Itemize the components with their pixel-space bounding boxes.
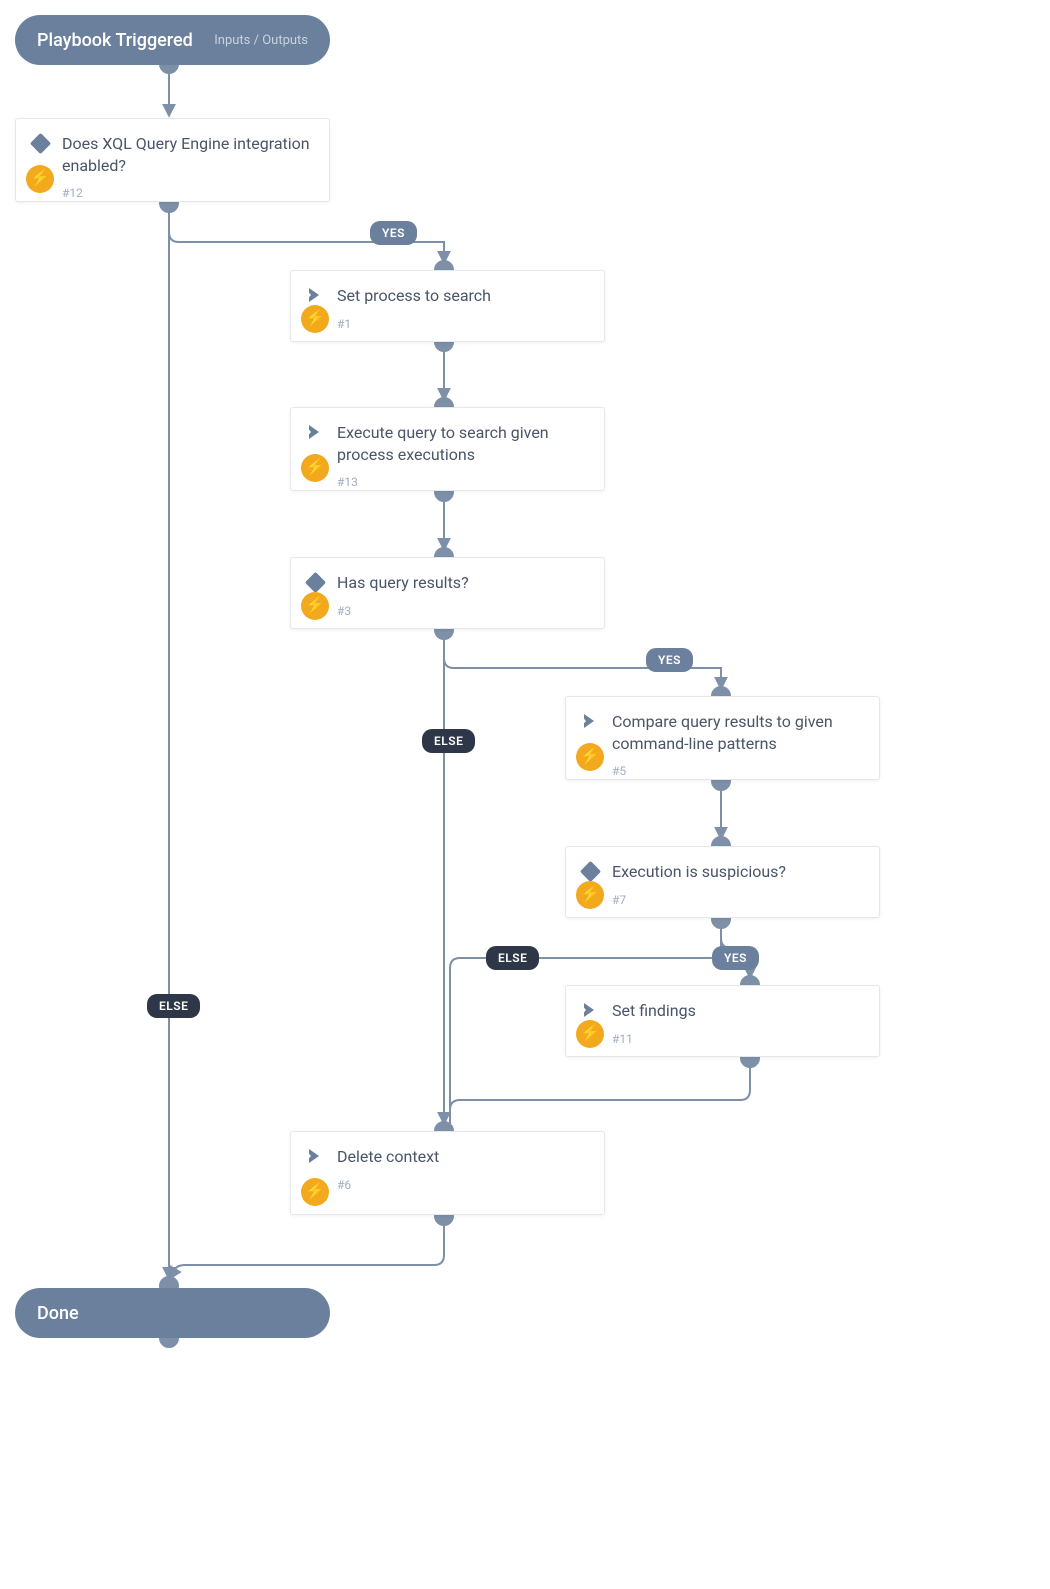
chevron-icon bbox=[305, 285, 327, 307]
flow-connectors bbox=[0, 0, 1050, 1589]
end-node-title: Done bbox=[37, 1303, 79, 1324]
node-task-compare-results[interactable]: ⚡ Compare query results to given command… bbox=[565, 696, 880, 780]
lightning-icon: ⚡ bbox=[301, 1178, 329, 1206]
chevron-icon bbox=[305, 422, 327, 444]
node-title: Execution is suspicious? bbox=[612, 861, 863, 883]
branch-label-else: ELSE bbox=[422, 729, 475, 753]
node-title: Execute query to search given process ex… bbox=[337, 422, 588, 465]
node-task-id: #3 bbox=[337, 604, 588, 618]
start-node-title: Playbook Triggered bbox=[37, 30, 193, 51]
lightning-icon: ⚡ bbox=[301, 454, 329, 482]
node-task-id: #7 bbox=[612, 893, 863, 907]
lightning-icon: ⚡ bbox=[576, 881, 604, 909]
chevron-icon bbox=[305, 1146, 327, 1168]
node-task-execute-query[interactable]: ⚡ Execute query to search given process … bbox=[290, 407, 605, 491]
lightning-icon: ⚡ bbox=[26, 165, 54, 193]
lightning-icon: ⚡ bbox=[301, 305, 329, 333]
node-task-id: #5 bbox=[612, 764, 863, 778]
node-title: Set findings bbox=[612, 1000, 863, 1022]
node-condition-has-results[interactable]: ⚡ Has query results? #3 bbox=[290, 557, 605, 629]
node-title: Set process to search bbox=[337, 285, 588, 307]
node-title: Does XQL Query Engine integration enable… bbox=[62, 133, 313, 176]
branch-label-yes: YES bbox=[646, 648, 693, 672]
branch-label-yes: YES bbox=[370, 221, 417, 245]
chevron-icon bbox=[580, 711, 602, 733]
node-title: Compare query results to given command-l… bbox=[612, 711, 863, 754]
inputs-outputs-link[interactable]: Inputs / Outputs bbox=[214, 33, 308, 48]
node-task-id: #11 bbox=[612, 1032, 863, 1046]
chevron-icon bbox=[580, 1000, 602, 1022]
node-task-set-findings[interactable]: ⚡ Set findings #11 bbox=[565, 985, 880, 1057]
node-task-id: #12 bbox=[62, 186, 313, 200]
node-title: Has query results? bbox=[337, 572, 588, 594]
diamond-icon bbox=[305, 572, 327, 594]
branch-label-yes: YES bbox=[712, 946, 759, 970]
branch-label-else: ELSE bbox=[147, 994, 200, 1018]
node-title: Delete context bbox=[337, 1146, 588, 1168]
node-task-delete-context[interactable]: ⚡ Delete context #6 bbox=[290, 1131, 605, 1215]
playbook-end-node[interactable]: Done bbox=[15, 1288, 330, 1338]
branch-label-else: ELSE bbox=[486, 946, 539, 970]
node-task-set-process[interactable]: ⚡ Set process to search #1 bbox=[290, 270, 605, 342]
node-condition-suspicious[interactable]: ⚡ Execution is suspicious? #7 bbox=[565, 846, 880, 918]
node-task-id: #13 bbox=[337, 475, 588, 489]
playbook-flowchart: Playbook Triggered Inputs / Outputs ⚡ Do… bbox=[0, 0, 1050, 1589]
diamond-icon bbox=[580, 861, 602, 883]
diamond-icon bbox=[30, 133, 52, 155]
node-task-id: #6 bbox=[337, 1178, 588, 1192]
node-condition-xql-enabled[interactable]: ⚡ Does XQL Query Engine integration enab… bbox=[15, 118, 330, 202]
lightning-icon: ⚡ bbox=[576, 1020, 604, 1048]
lightning-icon: ⚡ bbox=[576, 743, 604, 771]
playbook-start-node[interactable]: Playbook Triggered Inputs / Outputs bbox=[15, 15, 330, 65]
node-task-id: #1 bbox=[337, 317, 588, 331]
lightning-icon: ⚡ bbox=[301, 592, 329, 620]
